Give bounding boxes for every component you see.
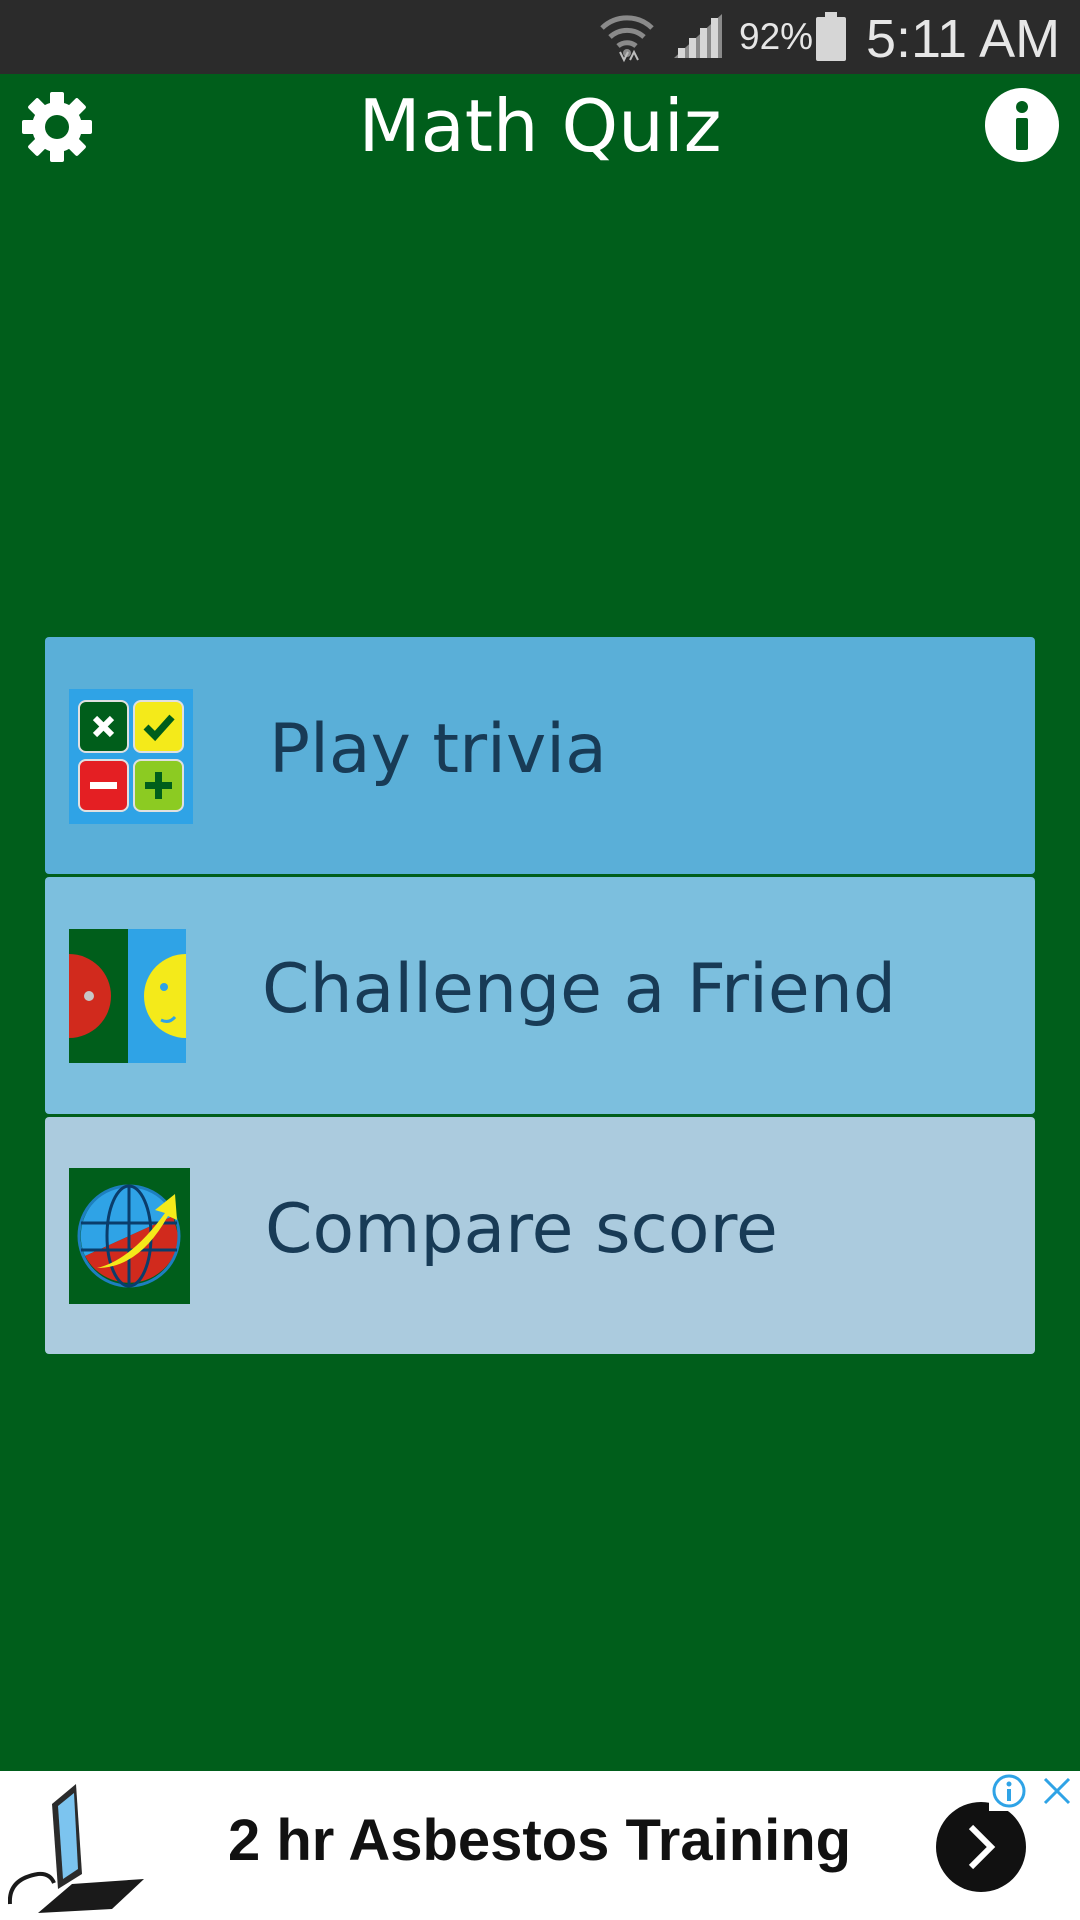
app-header: Math Quiz — [0, 74, 1080, 178]
challenge-friend-button[interactable]: Challenge a Friend — [45, 877, 1035, 1114]
menu-item-label: Play trivia — [269, 710, 607, 789]
status-bar: 92% 5:11 AM — [0, 0, 1080, 74]
main-menu: Play trivia Challenge a Friend Compare s… — [45, 637, 1035, 1357]
ad-choices-icon[interactable] — [989, 1771, 1029, 1811]
computer-logo-icon — [8, 1784, 144, 1913]
faces-icon — [69, 929, 186, 1063]
calculator-icon — [69, 689, 193, 824]
play-trivia-button[interactable]: Play trivia — [45, 637, 1035, 874]
wifi-icon — [600, 15, 654, 63]
arrow-right-icon[interactable] — [935, 1801, 1027, 1893]
info-icon[interactable] — [984, 87, 1060, 163]
ad-banner[interactable]: 2 hr Asbestos Training — [0, 1771, 1080, 1920]
battery-percent: 92% — [739, 16, 814, 57]
menu-item-label: Compare score — [265, 1190, 778, 1269]
menu-item-label: Challenge a Friend — [262, 950, 896, 1029]
close-icon[interactable] — [1036, 1771, 1078, 1811]
battery-icon — [816, 12, 846, 61]
compare-score-button[interactable]: Compare score — [45, 1117, 1035, 1354]
status-time: 5:11 AM — [866, 9, 1061, 69]
signal-icon — [674, 14, 722, 58]
globe-icon — [69, 1168, 190, 1304]
page-title: Math Quiz — [358, 84, 722, 168]
ad-text[interactable]: 2 hr Asbestos Training — [228, 1771, 851, 1911]
